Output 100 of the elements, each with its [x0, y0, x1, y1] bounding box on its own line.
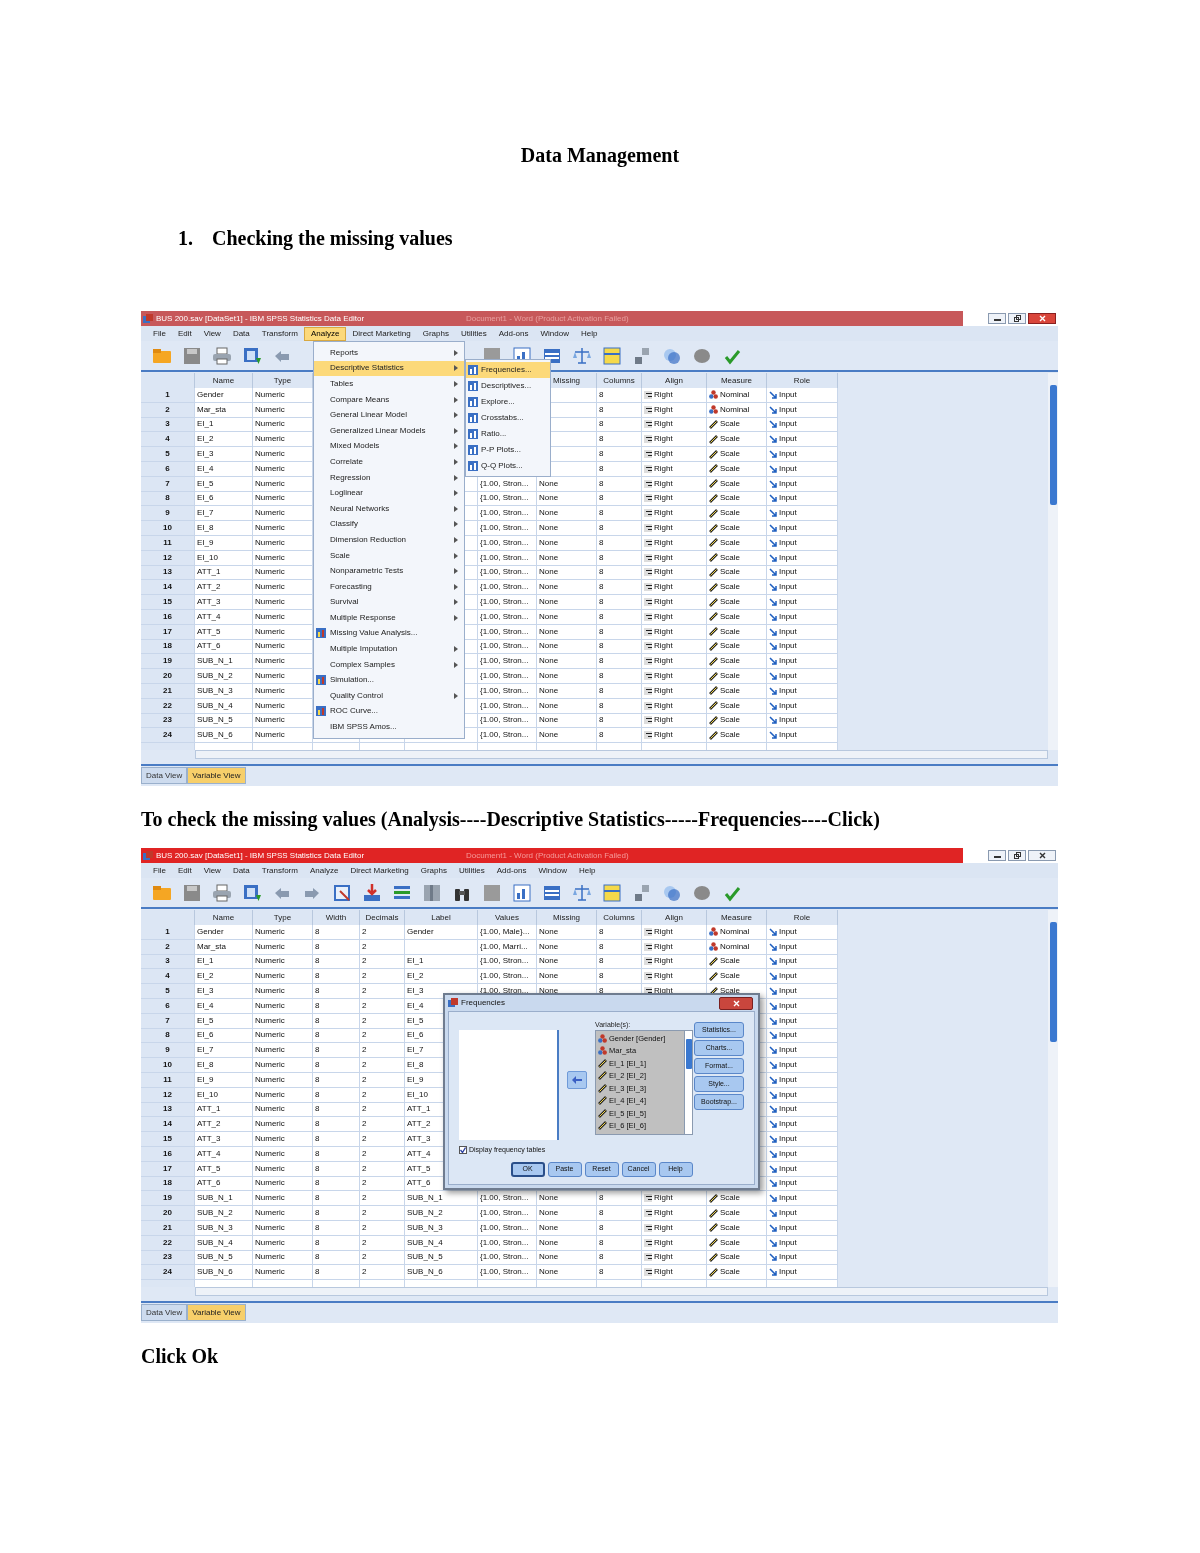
menu-item[interactable]: Multiple Imputation — [314, 641, 464, 657]
menu-item[interactable]: Data — [226, 326, 256, 341]
menu-item[interactable]: Direct Marketing — [346, 326, 417, 341]
menu-item[interactable]: Direct Marketing — [344, 863, 415, 878]
column-header[interactable]: Role — [767, 373, 838, 388]
menu-item[interactable]: Multiple Response — [314, 610, 464, 626]
menu-item[interactable]: Compare Means — [314, 391, 464, 408]
table-icon[interactable] — [602, 882, 622, 903]
menu-item[interactable]: Utilities — [452, 863, 491, 878]
menu-item[interactable]: Correlate — [314, 454, 464, 470]
menu-item[interactable]: File — [147, 863, 172, 878]
chart-icon[interactable] — [512, 882, 532, 903]
menu-item[interactable]: Window — [534, 326, 575, 341]
menu-item[interactable]: Add-ons — [490, 863, 533, 878]
horizontal-scrollbar[interactable] — [195, 750, 1048, 759]
close-button[interactable] — [719, 996, 753, 1010]
menu-item[interactable]: IBM SPSS Amos... — [314, 719, 464, 735]
tab[interactable]: Variable View — [187, 1304, 246, 1321]
tab[interactable]: Data View — [141, 767, 188, 784]
menu-item[interactable]: Data — [226, 863, 256, 878]
restore-button[interactable] — [1008, 850, 1026, 861]
menu-item[interactable]: General Linear Model — [314, 407, 464, 423]
menu-item[interactable]: Loglinear — [314, 485, 464, 501]
table-icon[interactable] — [242, 882, 262, 903]
column-header[interactable]: Width — [313, 910, 360, 925]
grid-icon[interactable] — [332, 882, 352, 903]
menu-item[interactable]: Crosstabs... — [466, 410, 550, 426]
menu-item[interactable]: Neural Networks — [314, 500, 464, 517]
column-header[interactable]: Columns — [597, 373, 642, 388]
menu-item[interactable]: Mixed Models — [314, 438, 464, 455]
minimize-button[interactable] — [988, 850, 1006, 861]
column-header[interactable]: Decimals — [360, 910, 405, 925]
column-header[interactable]: Name — [195, 910, 253, 925]
menu-item[interactable]: Window — [532, 863, 573, 878]
menu-item[interactable]: Tables — [314, 376, 464, 392]
table-icon[interactable] — [602, 345, 622, 366]
menu-item[interactable]: Help — [572, 863, 602, 878]
balance-icon[interactable] — [572, 882, 592, 903]
column-header[interactable]: Align — [642, 373, 707, 388]
columns-icon[interactable] — [422, 882, 442, 903]
menu-item[interactable]: Dimension Reduction — [314, 532, 464, 548]
menu-item[interactable]: Generalized Linear Models — [314, 422, 464, 439]
table-icon[interactable] — [242, 345, 262, 366]
move-button[interactable] — [567, 1071, 587, 1089]
menu-item[interactable]: Q-Q Plots... — [466, 458, 550, 474]
menu-item[interactable]: Nonparametric Tests — [314, 563, 464, 579]
vertical-scrollbar[interactable] — [1048, 373, 1058, 750]
restore-button[interactable] — [1008, 313, 1026, 324]
menu-item[interactable]: Simulation... — [314, 672, 464, 689]
checkbox[interactable] — [459, 1146, 467, 1154]
menu-item[interactable]: File — [147, 326, 172, 341]
column-header[interactable]: Label — [405, 910, 478, 925]
vertical-scrollbar[interactable] — [1048, 910, 1058, 1287]
menu-item[interactable]: Transform — [255, 863, 304, 878]
menu-item[interactable]: Explore... — [466, 394, 550, 410]
column-header[interactable]: Type — [253, 373, 313, 388]
blocks-icon[interactable] — [632, 345, 652, 366]
menu-item[interactable]: Help — [574, 326, 604, 341]
column-header[interactable]: Columns — [597, 910, 642, 925]
menu-item[interactable]: P-P Plots... — [466, 442, 550, 458]
menu-item[interactable]: Edit — [171, 863, 198, 878]
menu-item[interactable]: Complex Samples — [314, 656, 464, 673]
close-button[interactable] — [1028, 850, 1056, 861]
menu-item[interactable]: Transform — [255, 326, 304, 341]
menu-item[interactable]: Quality Control — [314, 688, 464, 704]
close-button[interactable] — [1028, 313, 1056, 324]
column-header[interactable]: Align — [642, 910, 707, 925]
menu-item[interactable]: Analyze — [303, 326, 347, 341]
menu-item[interactable]: Analyze — [303, 863, 345, 878]
menu-item[interactable]: ROC Curve... — [314, 703, 464, 720]
square-icon[interactable] — [482, 882, 502, 903]
column-header[interactable]: Measure — [707, 373, 767, 388]
menu-item[interactable]: View — [197, 863, 227, 878]
column-header[interactable]: Measure — [707, 910, 767, 925]
tab[interactable]: Data View — [141, 1304, 188, 1321]
column-header[interactable]: Name — [195, 373, 253, 388]
column-header[interactable]: Missing — [537, 910, 597, 925]
printer-icon[interactable] — [212, 345, 232, 366]
menu-item[interactable]: Utilities — [454, 326, 493, 341]
horizontal-scrollbar[interactable] — [195, 1287, 1048, 1296]
minimize-button[interactable] — [988, 313, 1006, 324]
menu-item[interactable]: Edit — [171, 326, 198, 341]
menu-item[interactable]: Ratio... — [466, 426, 550, 442]
menu-item[interactable]: Forecasting — [314, 578, 464, 595]
printer-icon[interactable] — [212, 882, 232, 903]
menu-item[interactable]: Add-ons — [492, 326, 535, 341]
menu-item[interactable]: Graphs — [416, 326, 455, 341]
menu-item[interactable]: Graphs — [414, 863, 453, 878]
column-header[interactable]: Values — [478, 910, 537, 925]
column-header[interactable]: Type — [253, 910, 313, 925]
blocks-icon[interactable] — [632, 882, 652, 903]
menu-item[interactable]: Classify — [314, 516, 464, 533]
menu-item[interactable]: Regression — [314, 469, 464, 486]
menu-item[interactable]: Descriptive Statistics — [314, 360, 464, 377]
menu-item[interactable]: Reports — [314, 345, 464, 361]
column-header[interactable]: Role — [767, 910, 838, 925]
menu-item[interactable]: View — [197, 326, 227, 341]
tab[interactable]: Variable View — [187, 767, 246, 784]
menu-item[interactable]: Scale — [314, 547, 464, 564]
download-icon[interactable] — [362, 882, 382, 903]
